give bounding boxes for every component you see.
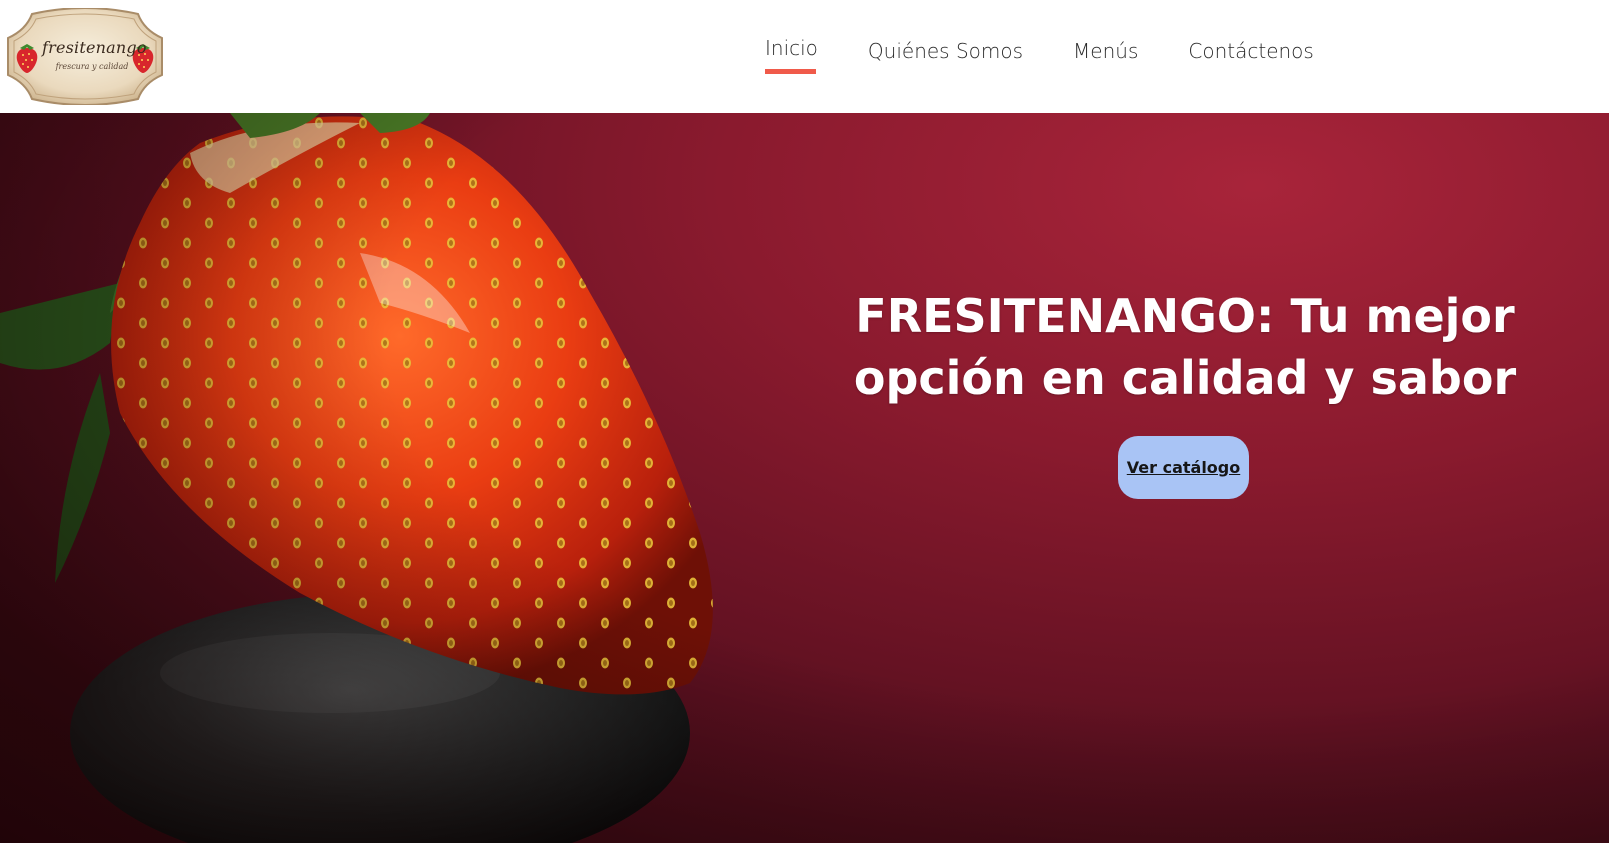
nav-item-label: Contáctenos bbox=[1188, 39, 1314, 63]
brand-name: fresitenango bbox=[42, 38, 147, 57]
nav-item-label: Quiénes Somos bbox=[867, 39, 1024, 63]
nav-item-label: Menús bbox=[1073, 39, 1139, 63]
nav-item-quienes-somos[interactable]: Quiénes Somos bbox=[868, 35, 1023, 63]
nav-active-indicator bbox=[765, 69, 816, 74]
brand-tagline: frescura y calidad bbox=[55, 62, 129, 71]
main-nav: Inicio Quiénes Somos Menús Contáctenos bbox=[765, 35, 1364, 75]
nav-item-menus[interactable]: Menús bbox=[1073, 35, 1138, 63]
view-catalog-button[interactable]: Ver catálogo bbox=[1118, 436, 1249, 499]
hero-title: FRESITENANGO: Tu mejor opción en calidad… bbox=[853, 289, 1517, 405]
page: fresitenango frescura y calidad Inicio Q… bbox=[0, 0, 1609, 843]
site-header: fresitenango frescura y calidad Inicio Q… bbox=[0, 0, 1609, 113]
nav-item-contactenos[interactable]: Contáctenos bbox=[1188, 35, 1313, 63]
brand-logo[interactable]: fresitenango frescura y calidad bbox=[4, 8, 166, 105]
nav-item-inicio[interactable]: Inicio bbox=[765, 35, 818, 74]
hero-banner: FRESITENANGO: Tu mejor opción en calidad… bbox=[0, 113, 1609, 843]
nav-item-label: Inicio bbox=[765, 36, 818, 60]
strawberry-icon bbox=[16, 44, 38, 73]
hero-strawberry-image bbox=[0, 113, 1609, 843]
